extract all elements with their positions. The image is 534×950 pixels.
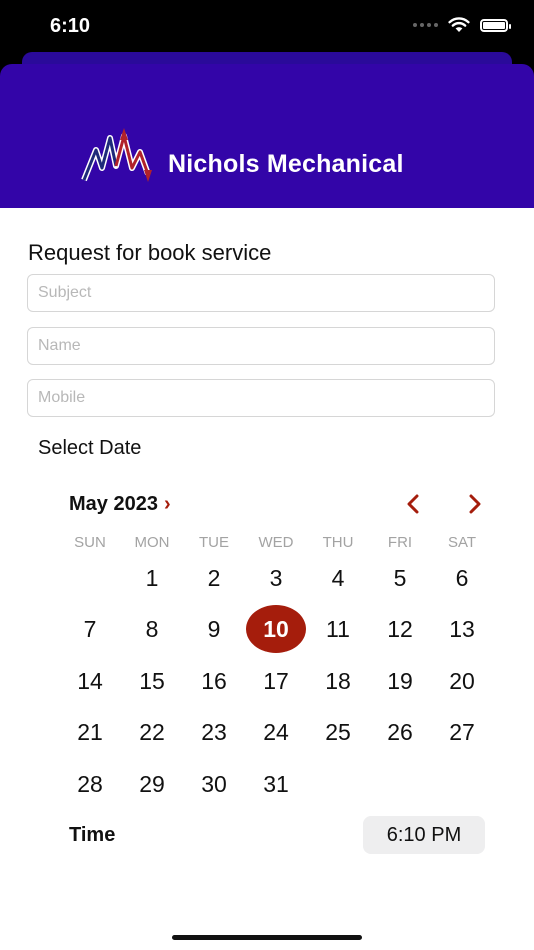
calendar-day[interactable]: 22 <box>122 708 182 756</box>
calendar-day[interactable]: 20 <box>432 657 492 705</box>
calendar-day[interactable]: 5 <box>370 554 430 602</box>
battery-icon <box>480 18 511 32</box>
calendar-day[interactable]: 24 <box>246 708 306 756</box>
weekday-label: TUE <box>199 534 229 551</box>
mobile-field[interactable] <box>27 379 495 417</box>
status-time: 6:10 <box>50 15 91 37</box>
calendar-day[interactable]: 31 <box>246 760 306 808</box>
weekday-label: SUN <box>74 534 106 551</box>
weekday-label: MON <box>134 534 170 551</box>
weekday-label: SAT <box>447 534 477 551</box>
calendar-day[interactable]: 3 <box>246 554 306 602</box>
calendar-day[interactable]: 26 <box>370 708 430 756</box>
app-header: Nichols Mechanical <box>0 64 534 208</box>
calendar-day[interactable]: 19 <box>370 657 430 705</box>
calendar-day[interactable]: 7 <box>60 605 120 653</box>
calendar-day[interactable]: 18 <box>308 657 368 705</box>
weekday-label: WED <box>258 534 294 551</box>
subject-field[interactable] <box>27 274 495 312</box>
next-month-button[interactable] <box>460 489 490 519</box>
status-bar: 6:10 <box>0 0 534 56</box>
calendar-day[interactable]: 23 <box>184 708 244 756</box>
chevron-right-icon: › <box>163 493 171 515</box>
calendar-day[interactable]: 6 <box>432 554 492 602</box>
calendar-day[interactable]: 17 <box>246 657 306 705</box>
calendar-day[interactable]: 4 <box>308 554 368 602</box>
calendar-day[interactable]: 21 <box>60 708 120 756</box>
previous-month-button[interactable] <box>398 489 428 519</box>
calendar-day[interactable]: 8 <box>122 605 182 653</box>
time-picker-button[interactable]: 6:10 PM <box>363 816 485 854</box>
month-picker-button[interactable]: May 2023 › <box>69 493 171 516</box>
brand-name: Nichols Mechanical <box>168 150 404 178</box>
calendar-day[interactable]: 30 <box>184 760 244 808</box>
calendar-day[interactable]: 27 <box>432 708 492 756</box>
logo-mark <box>81 128 152 182</box>
wifi-icon <box>448 17 470 32</box>
booking-form: Request for book service Select Date May… <box>0 208 534 950</box>
status-icons <box>413 17 511 33</box>
weekday-label: THU <box>322 534 354 551</box>
calendar-day[interactable]: 16 <box>184 657 244 705</box>
month-label: May 2023 <box>69 493 158 515</box>
calendar-day[interactable]: 11 <box>308 605 368 653</box>
home-indicator <box>172 935 362 940</box>
calendar-day[interactable]: 25 <box>308 708 368 756</box>
calendar-day[interactable]: 28 <box>60 760 120 808</box>
calendar-day[interactable]: 15 <box>122 657 182 705</box>
calendar-day-selected[interactable]: 10 <box>246 605 306 653</box>
calendar-day[interactable]: 9 <box>184 605 244 653</box>
calendar-day[interactable]: 14 <box>60 657 120 705</box>
name-field[interactable] <box>27 327 495 365</box>
calendar-day[interactable]: 12 <box>370 605 430 653</box>
calendar-day[interactable]: 13 <box>432 605 492 653</box>
select-date-label: Select Date <box>38 437 142 459</box>
weekday-label: FRI <box>387 534 413 551</box>
signal-dots-icon <box>413 23 438 27</box>
time-label: Time <box>69 824 116 846</box>
calendar-day[interactable]: 2 <box>184 554 244 602</box>
form-title: Request for book service <box>28 240 272 265</box>
calendar-day[interactable]: 29 <box>122 760 182 808</box>
calendar-day[interactable]: 1 <box>122 554 182 602</box>
